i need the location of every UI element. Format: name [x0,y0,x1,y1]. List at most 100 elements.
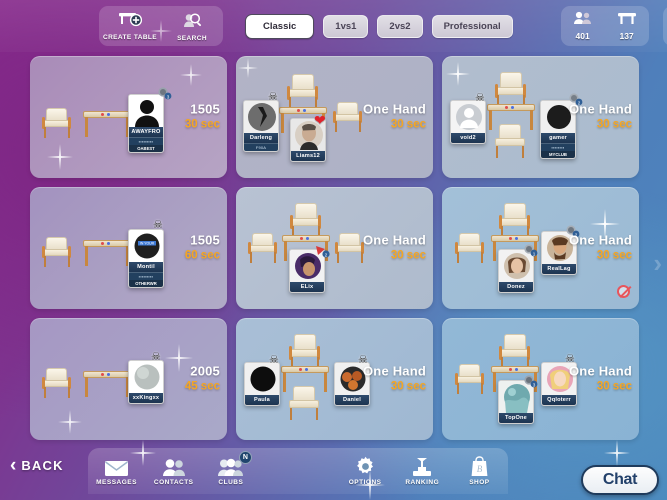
players-online-stat[interactable]: 401 [561,6,605,46]
player-name: RealLag [542,264,576,274]
search-button[interactable]: SEARCH [161,6,223,46]
tables-grid: AWAYFRO ▪▪▪▪▪▪▪▪▪ OABEST 3 1505 30 sec D… [30,56,642,440]
table-card[interactable]: AWAYFRO ▪▪▪▪▪▪▪▪▪ OABEST 3 1505 30 sec [30,56,227,178]
next-page-chevron-right-icon[interactable]: › [653,250,662,276]
game-table [83,371,131,397]
player-sub: ▪▪▪▪▪▪▪▪ [541,143,575,151]
table-timer: 30 sec [184,118,220,131]
table-card[interactable]: Darleng F90A ☠ Liams12 ❤ One Hand 30 sec [236,56,433,178]
table-card[interactable]: Donez 1 RealLag 2 One Hand 30 sec [442,187,639,309]
skull-icon: ☠ [269,354,279,366]
table-info: One Hand 30 sec [363,233,426,264]
player-name: Darleng [244,133,278,143]
player-avatar: IN YOUR [129,230,163,262]
svg-text:IN YOUR: IN YOUR [140,242,155,246]
tables-open-stat[interactable]: 137 [605,6,649,46]
player-club: OABEST [129,145,163,152]
players-icon [573,11,593,30]
back-button[interactable]: ‹ BACK [10,456,64,475]
chat-label: Chat [602,471,638,488]
occupied-chair [290,203,322,237]
player-name: Montil [129,262,163,272]
game-table [83,240,131,266]
player-plate[interactable]: IN YOUR Montil ▪▪▪▪▪▪▪▪▪ OTHERWR [128,229,164,288]
table-timer: 30 sec [390,249,426,262]
mode-button-2vs2[interactable]: 2vs2 [377,14,423,38]
table-info: One Hand 30 sec [569,364,632,395]
nav-item-ranking[interactable]: RANKING [394,448,451,494]
player-name: gamer [541,133,575,143]
occupied-chair [495,72,527,106]
chevron-left-icon: ‹ [10,455,17,476]
create-table-label: CREATE TABLE [102,34,158,41]
table-card[interactable]: xxKingxx ☠ 2005 45 sec [30,318,227,440]
occupied-chair [499,203,531,237]
svg-text:3: 3 [167,94,170,99]
table-card[interactable]: void2 ☠ gamer ▪▪▪▪▪▪▪▪ MYCLUB 2 One Hand… [442,56,639,178]
table-timer: 30 sec [596,380,632,393]
player-plate[interactable]: AWAYFRO ▪▪▪▪▪▪▪▪▪ OABEST [128,94,164,153]
stats-group: 401 137 [560,6,649,46]
empty-chair [455,364,485,394]
podium-icon [411,456,433,477]
svg-text:3: 3 [533,382,536,387]
bottom-bar: ‹ BACK MESSAGES CONTACTS N CLUBS OPTIONS… [0,444,667,500]
game-table [83,111,131,137]
empty-chair [42,368,72,398]
mode-button-1vs1[interactable]: 1vs1 [323,14,369,38]
table-card[interactable]: ELix 2 One Hand 30 sec [236,187,433,309]
table-info: 2005 45 sec [185,364,220,395]
nav-label-messages: MESSAGES [96,479,137,486]
nav-item-clubs[interactable]: N CLUBS [202,448,259,494]
nav-item-shop[interactable]: B SHOP [451,448,508,494]
table-scene: ELix 2 [236,187,364,309]
table-plus-icon [118,11,143,33]
table-card[interactable]: TopOne 3 Qqloterr ☠ One Hand 30 sec [442,318,639,440]
player-avatar [451,101,485,133]
nav-label-options: OPTIONS [348,479,382,486]
create-table-button[interactable]: CREATE TABLE [99,6,161,46]
player-plate[interactable]: Paula [244,362,280,406]
table-scene: Donez 1 RealLag 2 [442,187,580,309]
player-plate[interactable]: void2 [450,100,486,144]
player-club: MYCLUB [541,151,575,158]
player-name: Paula [245,395,279,405]
blocked-icon [617,285,630,298]
player-sub: ▪▪▪▪▪▪▪▪▪ [129,137,163,145]
mode-button-classic[interactable]: Classic [245,13,315,39]
mode-filter-group: Classic 1vs1 2vs2 Professional [245,13,513,39]
nav-item-contacts[interactable]: CONTACTS [145,448,202,494]
back-label: BACK [21,458,64,473]
nav-label-contacts: CONTACTS [153,479,194,486]
player-plate[interactable]: xxKingxx [128,360,164,404]
table-timer: 30 sec [596,249,632,262]
player-name: Qqloterr [542,395,576,405]
empty-chair [42,108,72,138]
mode-button-professional[interactable]: Professional [431,14,513,38]
empty-chair [288,386,320,420]
player-club: OTHERWR [129,280,163,287]
table-stake: 1505 [190,101,220,117]
table-card[interactable]: IN YOUR Montil ▪▪▪▪▪▪▪▪▪ OTHERWR ☠ 1505 … [30,187,227,309]
nav-spacer-avatar [259,448,336,494]
top-bar: CREATE TABLE SEARCH Classic 1vs1 2vs2 Pr… [0,0,667,52]
notice-button[interactable]: NOTICE [662,6,667,46]
gear-icon [355,456,376,477]
player-plate[interactable]: Darleng F90A [243,100,279,152]
table-timer: 45 sec [184,380,220,393]
player-avatar [245,363,279,395]
table-timer: 30 sec [390,118,426,131]
nav-item-messages[interactable]: MESSAGES [88,448,145,494]
table-timer: 30 sec [390,380,426,393]
table-card[interactable]: Paula ☠ Daniel ☠ One Hand 30 sec [236,318,433,440]
table-stake: One Hand [569,232,632,248]
table-stake: 1505 [190,232,220,248]
chat-button[interactable]: Chat [581,465,659,495]
nav-item-options[interactable]: OPTIONS [337,448,394,494]
player-name: ELix [290,282,324,292]
table-scene: Darleng F90A ☠ Liams12 ❤ [236,56,363,178]
skull-icon: ☠ [268,91,278,103]
medal-icon: 1 [522,243,538,258]
table-scene: Paula ☠ Daniel ☠ [236,318,370,440]
occupied-chair [289,334,321,368]
